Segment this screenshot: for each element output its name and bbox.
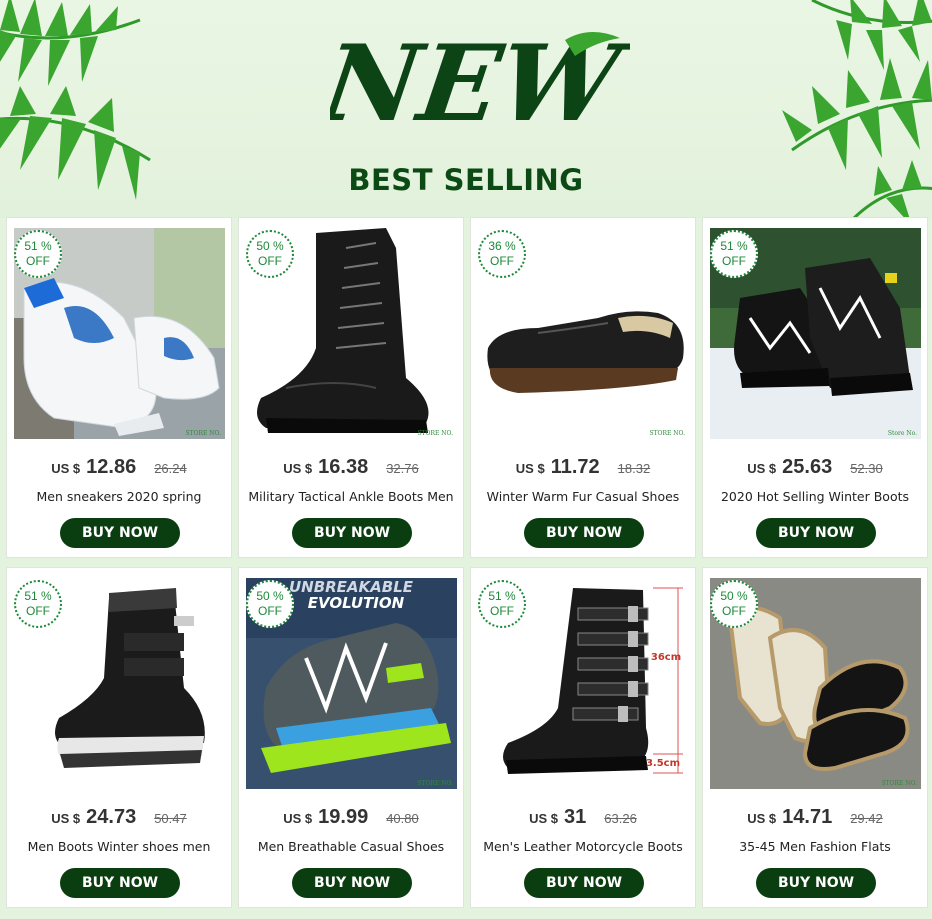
buy-now-button[interactable]: BUY NOW	[756, 518, 876, 548]
discount-off-label: OFF	[490, 254, 514, 268]
sale-price: 11.72	[550, 456, 600, 478]
sale-price: 19.99	[318, 806, 369, 828]
currency-label: US $	[747, 461, 777, 476]
currency-label: US $	[283, 461, 313, 476]
product-card[interactable]: Store No. 51 % OFF US $ 25.63 52.30 2020 H…	[702, 217, 928, 558]
discount-percent: 50 %	[720, 589, 748, 603]
original-price: 18.32	[617, 461, 651, 476]
product-card[interactable]: STORE NO. 36 % OFF US $ 11.72 18.32 Winter…	[470, 217, 696, 558]
discount-percent: 50 %	[256, 239, 284, 253]
discount-badge: 50 % OFF	[710, 580, 758, 628]
height-label: 36cm	[651, 652, 681, 663]
buy-now-button[interactable]: BUY NOW	[292, 868, 412, 898]
price-row: US $ 14.71 29.42	[703, 806, 927, 829]
store-watermark: STORE NO.	[881, 780, 917, 787]
product-title[interactable]: Men sneakers 2020 spring	[7, 489, 231, 504]
price-row: US $ 25.63 52.30	[703, 456, 927, 479]
best-selling-heading: BEST SELLING	[348, 163, 584, 197]
buy-now-button[interactable]: BUY NOW	[292, 518, 412, 548]
sale-price: 14.71	[782, 806, 833, 828]
store-watermark: STORE NO.	[649, 430, 685, 437]
sale-price: 25.63	[782, 456, 833, 478]
discount-badge: 50 % OFF	[246, 230, 294, 278]
buy-now-button[interactable]: BUY NOW	[60, 518, 180, 548]
buy-now-button[interactable]: BUY NOW	[756, 868, 876, 898]
discount-off-label: OFF	[258, 254, 282, 268]
sale-price: 16.38	[318, 456, 369, 478]
price-row: US $ 12.86 26.24	[7, 456, 231, 479]
original-price: 52.30	[850, 461, 883, 476]
buy-now-button[interactable]: BUY NOW	[524, 868, 644, 898]
price-row: US $ 19.99 40.80	[239, 806, 463, 829]
discount-badge: 51 % OFF	[14, 230, 62, 278]
new-logo: NEW	[313, 20, 658, 150]
buy-now-button[interactable]: BUY NOW	[60, 868, 180, 898]
discount-badge: 36 % OFF	[478, 230, 526, 278]
currency-label: US $	[529, 811, 559, 826]
sale-price: 12.86	[86, 456, 137, 478]
currency-label: US $	[283, 811, 313, 826]
original-price: 29.42	[850, 811, 883, 826]
product-title[interactable]: Military Tactical Ankle Boots Men	[239, 489, 463, 504]
product-grid: STORE NO. 51 % OFF US $ 12.86 26.24 Men sn…	[6, 217, 928, 908]
store-watermark: Store No.	[887, 430, 917, 437]
product-title[interactable]: 35-45 Men Fashion Flats	[703, 839, 927, 854]
original-price: 26.24	[154, 461, 187, 476]
currency-label: US $	[51, 811, 81, 826]
discount-off-label: OFF	[258, 604, 282, 618]
product-title[interactable]: 2020 Hot Selling Winter Boots	[703, 489, 927, 504]
original-price: 40.80	[386, 811, 419, 826]
discount-off-label: OFF	[26, 604, 50, 618]
product-card[interactable]: UNBREAKABLE EVOLUTION STORE NO. 50 % OFF…	[238, 567, 464, 908]
product-card[interactable]: 51 % OFF US $ 24.73 50.47 Men Boots Winter…	[6, 567, 232, 908]
original-price: 32.76	[386, 461, 419, 476]
store-watermark: STORE NO.	[417, 430, 453, 437]
product-card[interactable]: 36cm 3.5cm 51 % OFF US $ 31 63.26 Men's Le…	[470, 567, 696, 908]
buy-now-button[interactable]: BUY NOW	[524, 518, 644, 548]
discount-badge: 51 % OFF	[710, 230, 758, 278]
discount-badge: 51 % OFF	[478, 580, 526, 628]
discount-percent: 36 %	[488, 239, 516, 253]
discount-off-label: OFF	[722, 604, 746, 618]
original-price: 50.47	[154, 811, 187, 826]
store-watermark: STORE NO.	[417, 780, 453, 787]
heel-height-label: 3.5cm	[646, 758, 680, 769]
price-row: US $ 11.72 18.32	[471, 456, 695, 479]
discount-percent: 51 %	[24, 589, 52, 603]
discount-percent: 51 %	[720, 239, 748, 253]
discount-off-label: OFF	[490, 604, 514, 618]
price-row: US $ 31 63.26	[471, 806, 695, 829]
product-card[interactable]: STORE NO. 51 % OFF US $ 12.86 26.24 Men sn…	[6, 217, 232, 558]
product-title[interactable]: Men Breathable Casual Shoes	[239, 839, 463, 854]
sale-price: 31	[564, 806, 587, 828]
discount-off-label: OFF	[26, 254, 50, 268]
product-card[interactable]: STORE NO. 50 % OFF US $ 14.71 29.42 35-45 …	[702, 567, 928, 908]
discount-badge: 50 % OFF	[246, 580, 294, 628]
price-row: US $ 24.73 50.47	[7, 806, 231, 829]
product-title[interactable]: Winter Warm Fur Casual Shoes	[471, 489, 695, 504]
store-watermark: STORE NO.	[185, 430, 221, 437]
discount-percent: 51 %	[24, 239, 52, 253]
product-card[interactable]: STORE NO. 50 % OFF US $ 16.38 32.76 Milita…	[238, 217, 464, 558]
promo-banner: NEW BEST SELLING	[0, 0, 932, 218]
discount-percent: 51 %	[488, 589, 516, 603]
currency-label: US $	[515, 461, 545, 476]
product-title[interactable]: Men's Leather Motorcycle Boots	[471, 839, 695, 854]
discount-badge: 51 % OFF	[14, 580, 62, 628]
price-row: US $ 16.38 32.76	[239, 456, 463, 479]
discount-percent: 50 %	[256, 589, 284, 603]
original-price: 63.26	[604, 811, 637, 826]
product-title[interactable]: Men Boots Winter shoes men	[7, 839, 231, 854]
discount-off-label: OFF	[722, 254, 746, 268]
sale-price: 24.73	[86, 806, 137, 828]
currency-label: US $	[51, 461, 81, 476]
currency-label: US $	[747, 811, 777, 826]
image-caption-bottom: EVOLUTION	[308, 594, 405, 612]
